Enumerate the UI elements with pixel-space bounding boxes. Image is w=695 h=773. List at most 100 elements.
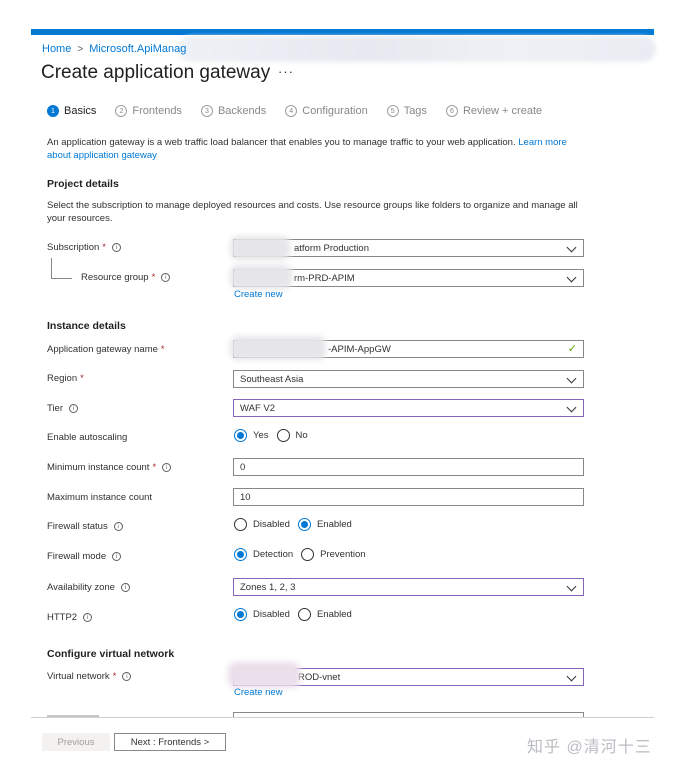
create-new-vnet-link[interactable]: Create new bbox=[234, 687, 283, 698]
firewall-enabled-radio[interactable]: Enabled bbox=[297, 518, 352, 531]
radio-label: Enabled bbox=[316, 609, 352, 620]
tab-basics[interactable]: 1 Basics bbox=[47, 105, 96, 117]
virtual-network-label-text: Virtual network bbox=[47, 671, 110, 682]
wizard-steps: 1 Basics 2 Frontends 3 Backends 4 Config… bbox=[47, 105, 561, 117]
max-instance-label: Maximum instance count bbox=[47, 492, 152, 503]
autoscaling-yes-radio[interactable]: Yes bbox=[234, 429, 269, 442]
min-instance-label-text: Minimum instance count bbox=[47, 462, 150, 473]
tab-configuration[interactable]: 4 Configuration bbox=[285, 105, 368, 117]
intro-text: An application gateway is a web traffic … bbox=[47, 137, 516, 148]
http2-label: HTTP2 i bbox=[47, 612, 93, 623]
radio-label: Disabled bbox=[253, 519, 290, 530]
breadcrumb: Home > Microsoft.ApiManag bbox=[42, 43, 186, 55]
required-marker: * bbox=[102, 242, 106, 253]
virtual-network-value: ROD-vnet bbox=[298, 671, 341, 683]
required-marker: * bbox=[160, 344, 165, 355]
info-icon[interactable]: i bbox=[83, 613, 93, 622]
step-number-icon: 5 bbox=[386, 105, 399, 117]
step-number-icon: 1 bbox=[47, 105, 59, 117]
min-instance-input[interactable]: 0 bbox=[233, 458, 584, 476]
firewall-status-radio-group: Disabled Enabled bbox=[234, 518, 360, 531]
step-label: Configuration bbox=[302, 105, 368, 117]
radio-unselected-icon bbox=[276, 429, 290, 442]
info-icon[interactable]: i bbox=[69, 404, 79, 413]
resource-group-label: Resource group * i bbox=[81, 272, 171, 283]
tier-label-text: Tier bbox=[47, 403, 64, 414]
virtual-network-label: Virtual network * i bbox=[47, 671, 132, 682]
firewall-detection-radio[interactable]: Detection bbox=[234, 548, 293, 561]
autoscaling-radio-group: Yes No bbox=[234, 429, 316, 442]
radio-unselected-icon bbox=[301, 548, 315, 561]
radio-selected-icon bbox=[234, 608, 247, 621]
tier-label: Tier i bbox=[47, 403, 79, 414]
info-icon[interactable]: i bbox=[161, 273, 171, 282]
breadcrumb-separator: > bbox=[77, 43, 84, 55]
radio-label: No bbox=[295, 430, 308, 441]
min-instance-label: Minimum instance count * i bbox=[47, 462, 172, 473]
http2-enabled-radio[interactable]: Enabled bbox=[297, 608, 352, 621]
instance-details-heading: Instance details bbox=[47, 320, 126, 332]
step-number-icon: 6 bbox=[445, 105, 458, 117]
max-instance-value: 10 bbox=[240, 491, 251, 503]
valid-check-icon: ✓ bbox=[567, 343, 577, 355]
step-label: Basics bbox=[64, 105, 97, 117]
subscription-label: Subscription * i bbox=[47, 242, 121, 253]
http2-disabled-radio[interactable]: Disabled bbox=[234, 608, 290, 621]
subscription-value: atform Production bbox=[294, 242, 369, 254]
region-value: Southeast Asia bbox=[240, 373, 304, 385]
info-icon[interactable]: i bbox=[120, 583, 130, 592]
radio-label: Yes bbox=[253, 430, 269, 441]
intro-description: An application gateway is a web traffic … bbox=[47, 136, 592, 162]
firewall-prevention-radio[interactable]: Prevention bbox=[301, 548, 366, 561]
tab-review-create[interactable]: 6 Review + create bbox=[445, 105, 543, 117]
availability-zone-label-text: Availability zone bbox=[47, 582, 115, 593]
redacted-subscription bbox=[230, 236, 290, 260]
required-marker: * bbox=[80, 373, 84, 384]
autoscaling-label-text: Enable autoscaling bbox=[47, 432, 128, 443]
tree-connector bbox=[51, 258, 52, 278]
required-marker: * bbox=[151, 272, 156, 283]
info-icon[interactable]: i bbox=[112, 552, 122, 561]
step-number-icon: 2 bbox=[115, 105, 128, 117]
redacted-resource-group bbox=[230, 265, 292, 289]
radio-selected-icon bbox=[297, 518, 311, 531]
firewall-status-label-text: Firewall status bbox=[47, 521, 108, 532]
max-instance-input[interactable]: 10 bbox=[233, 488, 584, 506]
create-new-resource-group-link[interactable]: Create new bbox=[234, 289, 283, 300]
page-title: Create application gateway bbox=[41, 62, 271, 83]
firewall-mode-radio-group: Detection Prevention bbox=[234, 548, 374, 561]
autoscaling-no-radio[interactable]: No bbox=[276, 429, 308, 442]
previous-button[interactable]: Previous bbox=[42, 733, 110, 751]
availability-zone-dropdown[interactable]: Zones 1, 2, 3 bbox=[233, 578, 584, 596]
region-label-text: Region bbox=[47, 373, 78, 384]
step-label: Review + create bbox=[462, 105, 543, 117]
availability-zone-label: Availability zone i bbox=[47, 582, 130, 593]
info-icon[interactable]: i bbox=[162, 463, 172, 472]
resource-group-value: rm-PRD-APIM bbox=[294, 272, 355, 284]
required-marker: * bbox=[112, 671, 117, 682]
tab-backends[interactable]: 3 Backends bbox=[200, 105, 267, 117]
radio-selected-icon bbox=[234, 429, 247, 442]
info-icon[interactable]: i bbox=[113, 522, 123, 531]
tab-tags[interactable]: 5 Tags bbox=[386, 105, 427, 117]
more-options-icon[interactable]: ··· bbox=[278, 64, 294, 79]
next-frontends-button[interactable]: Next : Frontends > bbox=[114, 733, 226, 751]
firewall-disabled-radio[interactable]: Disabled bbox=[234, 518, 290, 531]
gateway-name-label: Application gateway name * bbox=[47, 344, 165, 355]
breadcrumb-resource-link[interactable]: Microsoft.ApiManag bbox=[89, 43, 186, 55]
gateway-name-value: -APIM-AppGW bbox=[328, 343, 391, 355]
firewall-mode-label-text: Firewall mode bbox=[47, 551, 107, 562]
step-label: Backends bbox=[217, 105, 267, 117]
tier-dropdown[interactable]: WAF V2 bbox=[233, 399, 584, 417]
radio-unselected-icon bbox=[297, 608, 311, 621]
tab-frontends[interactable]: 2 Frontends bbox=[115, 105, 182, 117]
portal-top-bar bbox=[31, 29, 654, 35]
info-icon[interactable]: i bbox=[122, 672, 132, 681]
redacted-virtual-network bbox=[228, 662, 300, 688]
project-details-heading: Project details bbox=[47, 178, 119, 190]
region-dropdown[interactable]: Southeast Asia bbox=[233, 370, 584, 388]
http2-radio-group: Disabled Enabled bbox=[234, 608, 360, 621]
breadcrumb-home-link[interactable]: Home bbox=[42, 43, 71, 55]
firewall-mode-label: Firewall mode i bbox=[47, 551, 122, 562]
info-icon[interactable]: i bbox=[111, 243, 121, 252]
